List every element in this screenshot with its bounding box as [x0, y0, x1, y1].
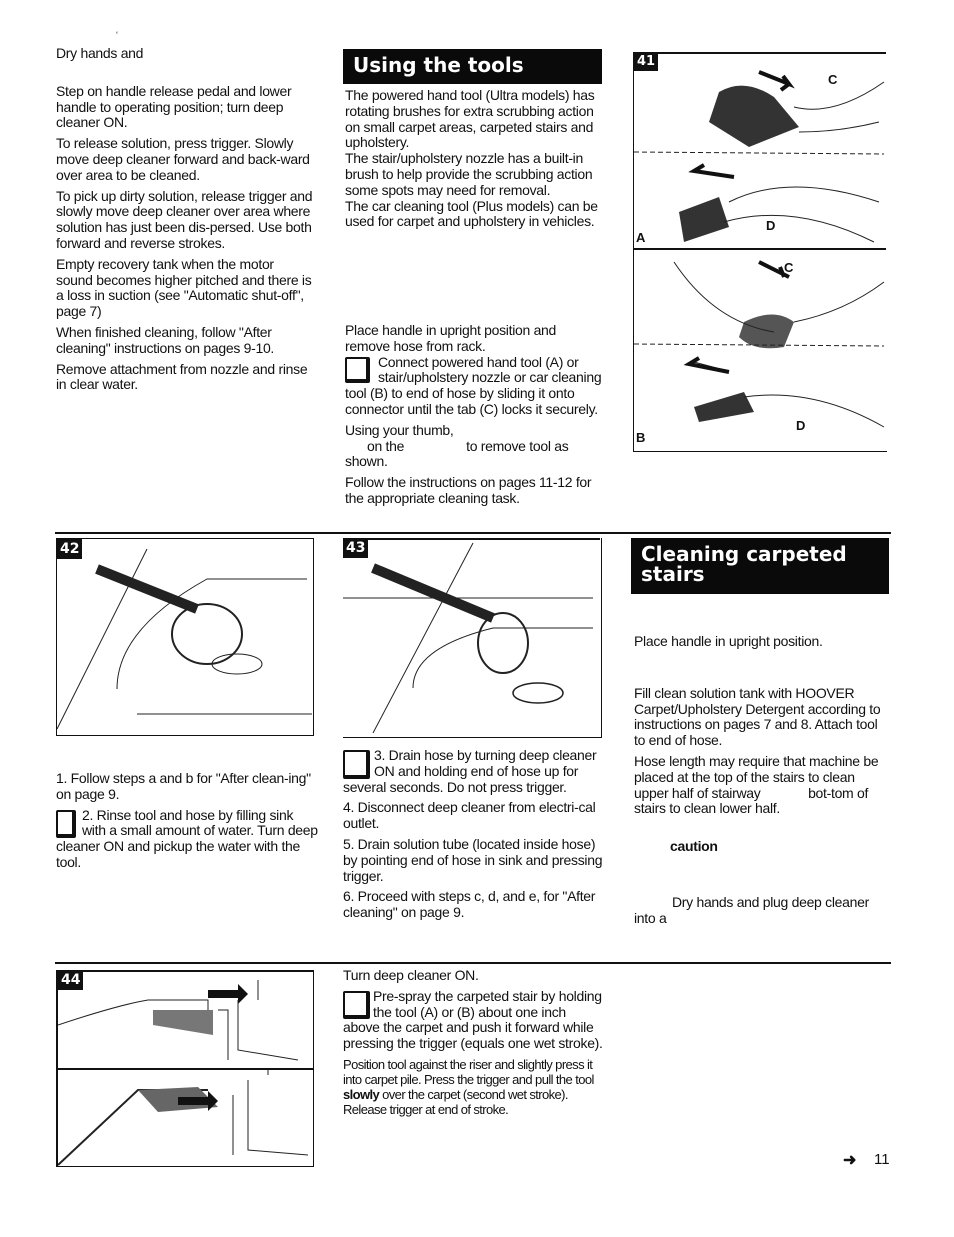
paragraph: The car cleaning tool (Plus models) can … [345, 197, 598, 230]
stair-illustration [58, 980, 309, 1166]
rinse-steps-left: 1. Follow steps a and b for "After clean… [56, 770, 318, 876]
paragraph: Position tool against the riser and slig… [343, 1057, 605, 1117]
step-1: 1. Follow steps a and b for "After clean… [56, 770, 311, 802]
step-icon [343, 750, 370, 779]
rinse-illustration [57, 548, 312, 730]
manual-page: ʻ Dry hands and Step on handle release p… [0, 0, 954, 1237]
figure-number: 44 [58, 970, 84, 990]
page-number: 11 [874, 1151, 890, 1168]
step-icon [343, 990, 370, 1019]
step-4: 4. Disconnect deep cleaner from electri-… [343, 799, 596, 832]
step-5: 5. Drain solution tube (located inside h… [343, 835, 603, 884]
label-c: C [784, 260, 794, 275]
stair-cleaning-steps: Turn deep cleaner ON. Pre-spray the carp… [343, 967, 605, 1122]
figure-number: 41 [634, 52, 659, 71]
paragraph: Turn deep cleaner ON. [343, 967, 479, 983]
caution-label: caution [670, 838, 718, 855]
step-6: 6. Proceed with steps c, d, and e, for "… [343, 888, 596, 921]
paragraph: Follow the instructions on pages 11-12 f… [345, 474, 592, 506]
paragraph: Step on handle release pedal and lower h… [56, 82, 292, 131]
figure-41-attach-tools: 41 C D A C D B [633, 52, 887, 452]
section-divider [55, 962, 891, 964]
step-icon [56, 809, 76, 838]
paragraph: Fill clean solution tank with HOOVER Car… [634, 684, 881, 749]
figure-43-drain-hose: 43 [343, 538, 602, 738]
step-3: 3. Drain hose by turning deep cleaner ON… [343, 747, 597, 795]
figure-number: 42 [57, 539, 83, 559]
tool-illustration [634, 70, 885, 428]
step-2: 2. Rinse tool and hose by filling sink w… [56, 806, 318, 870]
stairs-text: Place handle in upright position. Fill c… [634, 633, 890, 932]
figure-42-rinse-tool: 42 [56, 538, 314, 736]
paragraph: The powered hand tool (Ultra models) has… [345, 87, 595, 151]
step-3-row: 3. Drain hose by turning deep cleaner ON… [343, 747, 605, 795]
operating-instructions: Dry hands and Step on handle release ped… [56, 45, 314, 398]
prespray-step: Pre-spray the carpeted stair by holding … [343, 987, 605, 1052]
figure-44-stair-cleaning: 44 [56, 970, 314, 1167]
paragraph: Connect powered hand tool (A) or stair/u… [345, 353, 602, 417]
paragraph: Empty recovery tank when the motor sound… [56, 255, 312, 320]
text: Position tool against the riser and slig… [343, 1056, 594, 1087]
using-tools-text: The powered hand tool (Ultra models) has… [345, 87, 603, 230]
paragraph: Remove attachment from nozzle and rinse … [56, 360, 308, 393]
scan-mark: ʻ [116, 30, 118, 40]
paragraph: The stair/upholstery nozzle has a built-… [345, 150, 593, 198]
paragraph: Place handle in upright position and rem… [345, 322, 557, 354]
paragraph: To release solution, press trigger. Slow… [56, 135, 310, 183]
attach-tool-text: Place handle in upright position and rem… [345, 322, 603, 512]
section-divider [55, 532, 891, 534]
paragraph: To pick up dirty solution, release trigg… [56, 187, 313, 251]
text: to remove tool as [466, 437, 569, 454]
paragraph: Place handle in upright position. [634, 633, 823, 649]
remove-step: Using your thumb, on the to remove tool as… [345, 421, 603, 470]
paragraph: Dry hands and plug deep cleaner into a [634, 893, 869, 926]
text: on the [367, 437, 405, 454]
rinse-steps-right: 3. Drain hose by turning deep cleaner ON… [343, 747, 605, 926]
label-b: B [636, 430, 646, 445]
step-2-row: 2. Rinse tool and hose by filling sink w… [56, 806, 318, 871]
paragraph: Hose length may require that machine be … [634, 753, 890, 817]
section-heading-cleaning-stairs: Cleaning carpeted stairs [631, 538, 889, 594]
connect-step: Connect powered hand tool (A) or stair/u… [345, 353, 603, 418]
emphasis: slowly [343, 1086, 380, 1102]
right-arrow-icon: ➜ [843, 1152, 857, 1169]
paragraph: Pre-spray the carpeted stair by holding … [343, 987, 603, 1052]
drain-illustration [343, 542, 593, 734]
label-d: D [796, 418, 806, 433]
figure-number: 43 [343, 538, 369, 558]
paragraph: Dry hands and [56, 45, 144, 61]
text: Using your thumb, [345, 421, 454, 438]
label-a: A [636, 230, 646, 245]
text: shown. [345, 453, 388, 470]
step-icon [345, 356, 370, 383]
label-c: C [828, 72, 838, 87]
paragraph: When finished cleaning, follow "After cl… [56, 323, 275, 356]
section-heading-using-tools: Using the tools [343, 49, 602, 84]
label-d: D [766, 218, 776, 233]
